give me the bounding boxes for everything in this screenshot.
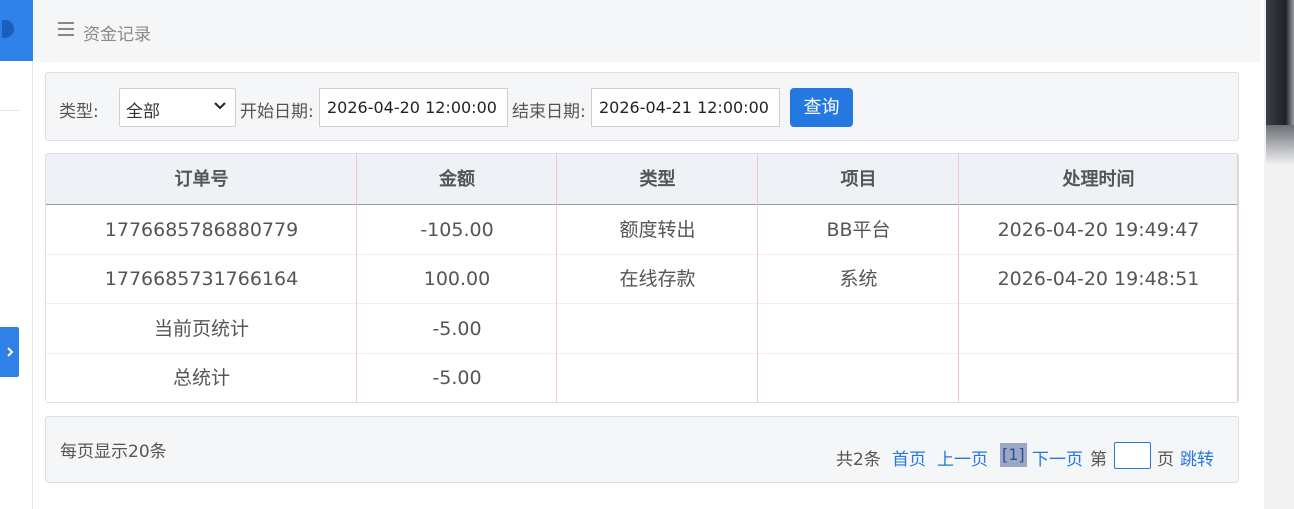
column-divider (1237, 154, 1238, 402)
table-row: 1776685731766164 100.00 在线存款 系统 2026-04-… (46, 255, 1238, 304)
cell-item: BB平台 (826, 219, 891, 241)
cell-order-no: 1776685731766164 (104, 268, 299, 290)
column-divider (556, 154, 557, 402)
jump-link[interactable]: 跳转 (1180, 445, 1214, 470)
col-time: 处理时间 (1062, 169, 1135, 190)
type-select[interactable]: 全部 (119, 88, 236, 127)
table-row: 1776685786880779 -105.00 额度转出 BB平台 2026-… (46, 206, 1238, 255)
start-date-label: 开始日期: (240, 102, 314, 122)
chevron-right-icon (6, 347, 13, 357)
grand-total-amount: -5.00 (432, 367, 482, 389)
col-amount: 金额 (439, 169, 475, 190)
cell-item: 系统 (839, 268, 878, 290)
expand-sidebar-button[interactable] (0, 327, 19, 377)
cell-time: 2026-04-20 19:48:51 (997, 268, 1200, 290)
column-divider (958, 154, 959, 402)
goto-prefix: 第 (1090, 450, 1107, 470)
cell-amount: 100.00 (423, 268, 491, 290)
current-page: [1] (1000, 443, 1027, 467)
col-order-no: 订单号 (174, 169, 229, 190)
page-total-amount: -5.00 (432, 318, 482, 340)
column-divider (757, 154, 758, 402)
total-count: 共2条 (836, 450, 881, 470)
grand-total-label: 总统计 (172, 367, 230, 389)
menu-icon[interactable] (58, 22, 74, 38)
end-date-input[interactable]: 2026-04-21 12:00:00 (591, 88, 780, 127)
start-date-input[interactable]: 2026-04-20 12:00:00 (319, 88, 508, 127)
page-title: 资金记录 (83, 25, 151, 45)
logo-icon (0, 0, 33, 61)
table-header: 订单号 金额 类型 项目 处理时间 (46, 154, 1238, 205)
goto-page-input[interactable] (1114, 442, 1151, 469)
goto-suffix: 页 (1157, 450, 1174, 470)
grand-total-row: 总统计 -5.00 (46, 354, 1238, 402)
first-page-link[interactable]: 首页 (892, 445, 926, 470)
cell-type: 额度转出 (619, 219, 696, 241)
left-sidebar-strip (0, 0, 33, 509)
cell-time: 2026-04-20 19:49:47 (997, 219, 1200, 241)
pagination-bar: 每页显示20条 共2条 首页 上一页 [1] 下一页 第 页 跳转 (45, 416, 1239, 483)
chevron-down-icon (214, 102, 226, 110)
background-fade (1266, 125, 1294, 165)
filter-bar: 类型: 全部 开始日期: 2026-04-20 12:00:00 结束日期: 2… (45, 72, 1239, 141)
sidebar-divider (0, 110, 20, 111)
main-panel: 资金记录 类型: 全部 开始日期: 2026-04-20 12:00:00 结束… (34, 0, 1260, 509)
query-button[interactable]: 查询 (790, 88, 853, 127)
background-image (1266, 0, 1294, 125)
page-total-label: 当前页统计 (153, 318, 249, 340)
cell-type: 在线存款 (619, 268, 696, 290)
cell-amount: -105.00 (420, 219, 494, 241)
page-total-row: 当前页统计 -5.00 (46, 305, 1238, 354)
end-date-label: 结束日期: (512, 102, 586, 122)
type-label: 类型: (59, 102, 99, 122)
column-divider (356, 154, 357, 402)
cell-order-no: 1776685786880779 (104, 219, 299, 241)
page-header: 资金记录 (34, 0, 1260, 62)
per-page-text: 每页显示20条 (60, 442, 167, 462)
type-select-value: 全部 (126, 102, 160, 122)
col-item: 项目 (840, 169, 877, 190)
prev-page-link[interactable]: 上一页 (937, 445, 988, 470)
records-table: 订单号 金额 类型 项目 处理时间 1776685786880779 -105.… (45, 153, 1239, 403)
next-page-link[interactable]: 下一页 (1032, 445, 1083, 470)
col-type: 类型 (639, 169, 676, 190)
